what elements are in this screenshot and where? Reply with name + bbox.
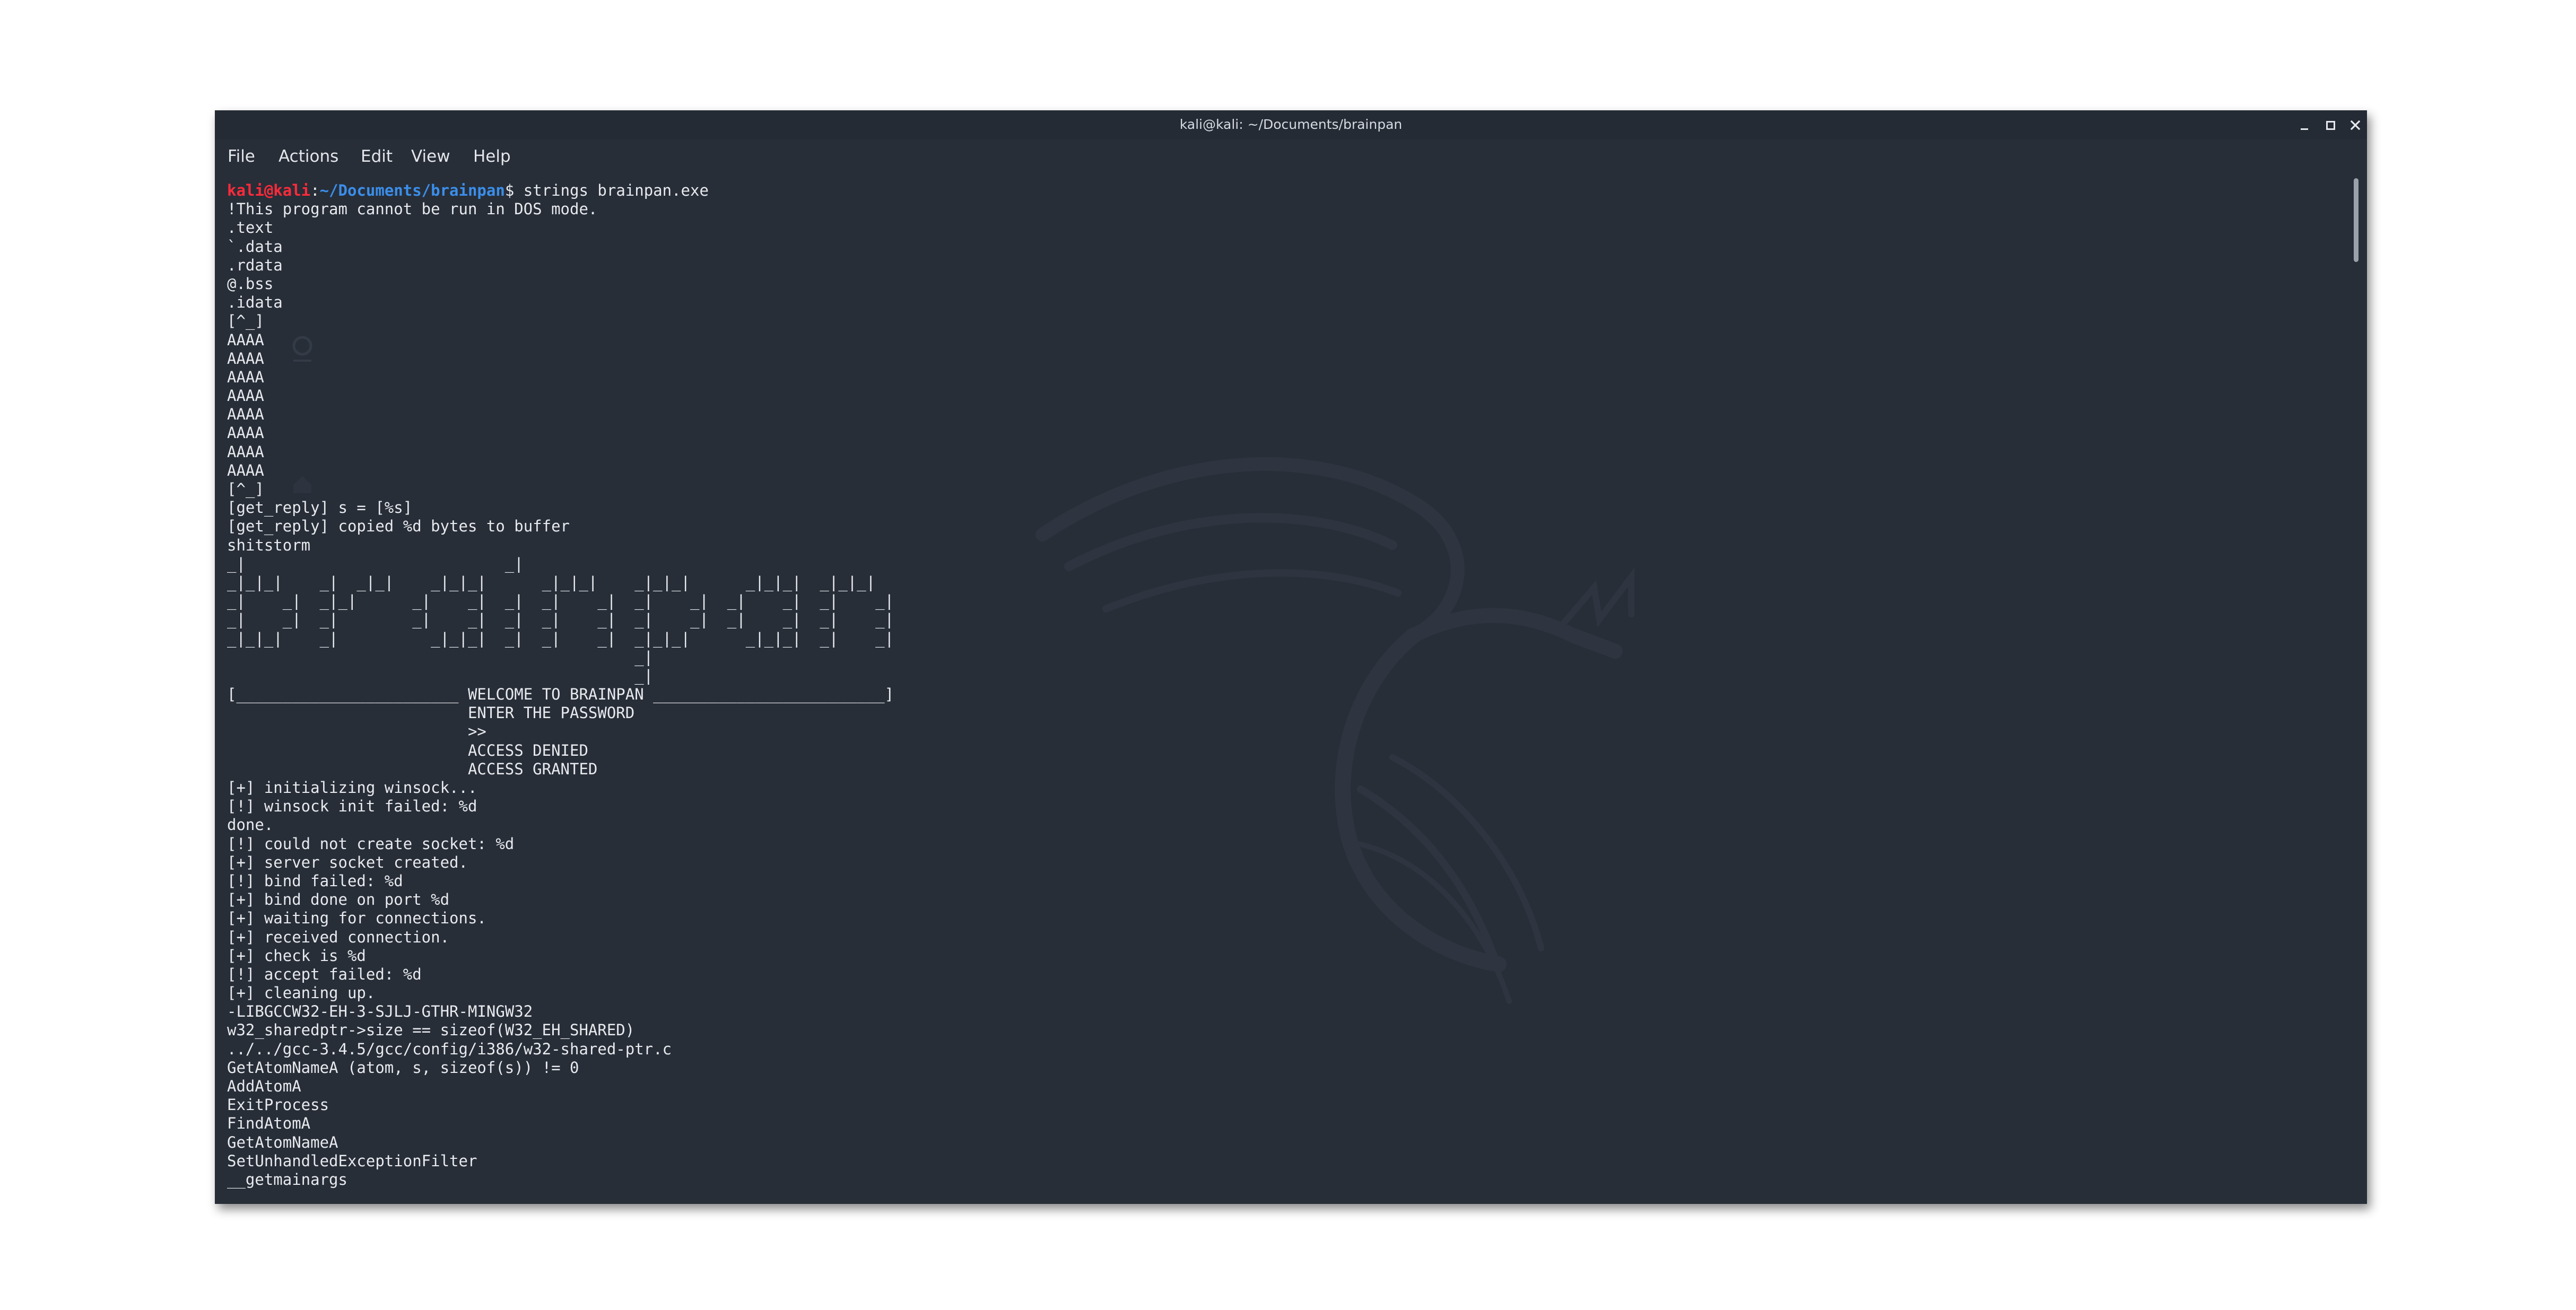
terminal-output-line: AAAA xyxy=(227,349,264,368)
terminal-output-line: [!] winsock init failed: %d xyxy=(227,797,477,816)
terminal-output-line: [________________________ WELCOME TO BRA… xyxy=(227,685,894,704)
terminal-output-line: [^_] xyxy=(227,480,264,498)
terminal-output-line: FindAtomA xyxy=(227,1114,311,1133)
terminal-output-area[interactable]: kali@kali:~/Documents/brainpan$ strings … xyxy=(215,174,2347,1204)
terminal-output-line: ../../gcc-3.4.5/gcc/config/i386/w32-shar… xyxy=(227,1040,672,1058)
terminal-output-line: _|_|_| _| _|_| _|_|_| _|_|_| _|_|_| _|_|… xyxy=(227,573,876,591)
prompt-user: kali@kali xyxy=(227,181,311,199)
terminal-output-line: _| _| xyxy=(227,554,524,573)
terminal-output-line: _| xyxy=(227,666,654,685)
terminal-output-line: AAAA xyxy=(227,461,264,479)
terminal-output-line: __getmainargs xyxy=(227,1170,347,1189)
output-lines: !This program cannot be run in DOS mode.… xyxy=(227,200,894,1189)
menu-file[interactable]: File xyxy=(228,139,255,174)
terminal-output-line: GetAtomNameA (atom, s, sizeof(s)) != 0 xyxy=(227,1058,579,1077)
prompt-path: ~/Documents/brainpan xyxy=(319,181,505,199)
terminal-output-line: AAAA xyxy=(227,387,264,405)
terminal-output-line: [+] check is %d xyxy=(227,946,366,965)
terminal-output-line: _| _| _|_| _| _| _| _| _| _| _| _| _| _|… xyxy=(227,592,894,610)
terminal-output-line: AAAA xyxy=(227,405,264,424)
terminal-output-line: [+] server socket created. xyxy=(227,853,468,871)
terminal-output-line: _|_|_| _| _|_|_| _| _| _| _|_|_| _|_|_| … xyxy=(227,629,894,648)
terminal-output-line: @.bss xyxy=(227,274,274,293)
prompt-separator: : xyxy=(310,181,320,199)
terminal-output-line: AAAA xyxy=(227,368,264,386)
terminal-output-line: _| xyxy=(227,648,654,666)
terminal-output-line: w32_sharedptr->size == sizeof(W32_EH_SHA… xyxy=(227,1021,635,1040)
terminal-output-line: .idata xyxy=(227,293,283,312)
terminal-output-line: [+] cleaning up. xyxy=(227,984,376,1002)
menu-help[interactable]: Help xyxy=(473,139,511,174)
terminal-output-line: AAAA xyxy=(227,442,264,461)
menu-view[interactable]: View xyxy=(411,139,450,174)
terminal-output-line: SetUnhandledExceptionFilter xyxy=(227,1151,477,1170)
terminal-output-line: >> xyxy=(227,722,486,741)
terminal-output-line: ENTER THE PASSWORD xyxy=(227,704,635,722)
terminal-output-line: !This program cannot be run in DOS mode. xyxy=(227,200,598,219)
terminal-output-line: shitstorm xyxy=(227,536,311,554)
terminal-output-line: [+] received connection. xyxy=(227,928,450,946)
terminal-output-line: done. xyxy=(227,816,274,834)
terminal-output-line: _| _| _| _| _| _| _| _| _| _| _| _| _| _… xyxy=(227,610,894,629)
terminal-output-line: [!] could not create socket: %d xyxy=(227,834,515,853)
minimize-icon[interactable] xyxy=(2297,117,2313,133)
title-bar[interactable]: kali@kali: ~/Documents/brainpan xyxy=(215,110,2367,139)
terminal-output-line: .rdata xyxy=(227,256,283,274)
prompt-line: kali@kali:~/Documents/brainpan$ strings … xyxy=(227,181,894,200)
command-text: strings brainpan.exe xyxy=(514,181,709,199)
terminal-output-line: ACCESS DENIED xyxy=(227,741,588,759)
terminal-output-line: [+] bind done on port %d xyxy=(227,890,450,909)
vertical-scrollbar[interactable] xyxy=(2347,174,2367,1204)
menu-bar: File Actions Edit View Help xyxy=(215,139,2367,174)
kali-dragon-watermark-icon xyxy=(1035,457,1634,1004)
terminal-output-line: [+] waiting for connections. xyxy=(227,909,486,928)
close-icon[interactable] xyxy=(2348,117,2364,133)
terminal-output-line: [!] accept failed: %d xyxy=(227,965,422,983)
menu-edit[interactable]: Edit xyxy=(361,139,393,174)
terminal-output-line: [^_] xyxy=(227,312,264,330)
terminal-output-line: [!] bind failed: %d xyxy=(227,871,403,890)
terminal-output-line: [get_reply] copied %d bytes to buffer xyxy=(227,517,570,536)
terminal-output-line: .text xyxy=(227,219,274,237)
terminal-output-line: [+] initializing winsock... xyxy=(227,779,477,797)
terminal-output-line: AAAA xyxy=(227,424,264,442)
menu-actions[interactable]: Actions xyxy=(279,139,338,174)
terminal-output-line: AAAA xyxy=(227,330,264,349)
window-title: kali@kali: ~/Documents/brainpan xyxy=(1179,117,1403,132)
prompt-symbol: $ xyxy=(504,181,515,199)
terminal-output-line: ACCESS GRANTED xyxy=(227,759,598,778)
terminal-output-line: AddAtomA xyxy=(227,1077,301,1095)
maximize-icon[interactable] xyxy=(2323,117,2339,133)
terminal-output-line: -LIBGCCW32-EH-3-SJLJ-GTHR-MINGW32 xyxy=(227,1002,533,1021)
terminal-output-line: GetAtomNameA xyxy=(227,1133,338,1151)
terminal-text: kali@kali:~/Documents/brainpan$ strings … xyxy=(227,181,894,1189)
terminal-output-line: ExitProcess xyxy=(227,1096,329,1114)
terminal-output-line: [get_reply] s = [%s] xyxy=(227,499,413,517)
terminal-output-line: `.data xyxy=(227,237,283,256)
scrollbar-thumb[interactable] xyxy=(2354,178,2359,262)
terminal-window: kali@kali: ~/Documents/brainpan File Act… xyxy=(215,110,2367,1204)
